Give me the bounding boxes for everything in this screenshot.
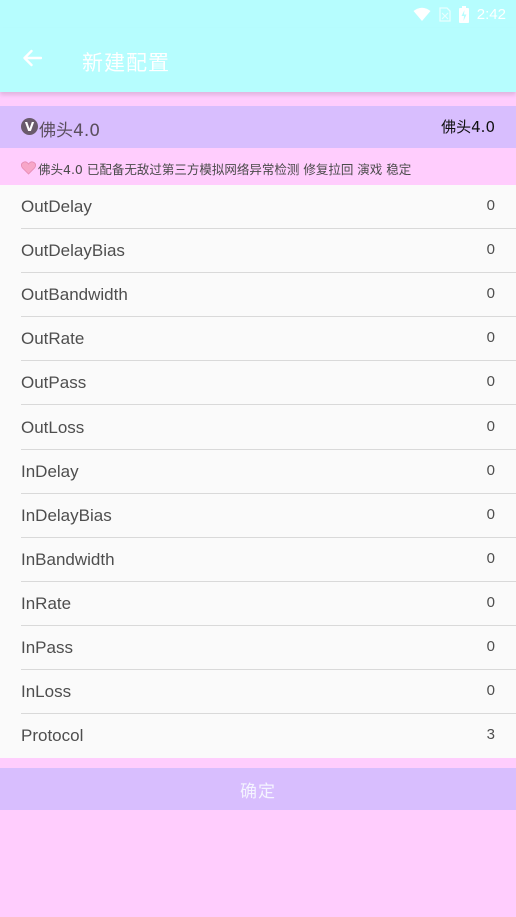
settings-list: OutDelay 0 OutDelayBias 0 OutBandwidth 0 OutRa… — [0, 185, 516, 758]
setting-label: InLoss — [21, 682, 72, 702]
v-badge-icon: V — [21, 118, 38, 135]
setting-label: InDelayBias — [21, 505, 112, 525]
setting-row-indelay[interactable]: InDelay 0 — [0, 450, 516, 494]
notice-text: 佛头4.0 已配备无敌过第三方模拟网络异常检测 修复拉回 演戏 稳定 — [38, 162, 412, 177]
setting-label: InBandwidth — [21, 549, 115, 569]
setting-row-inpass[interactable]: InPass 0 — [0, 626, 516, 670]
setting-row-outdelaybias[interactable]: OutDelayBias 0 — [0, 229, 516, 274]
profile-header[interactable]: V 佛头4.0 佛头4.0 — [0, 106, 516, 148]
no-sim-icon — [439, 6, 451, 22]
setting-row-inloss[interactable]: InLoss 0 — [0, 670, 516, 715]
setting-value: 0 — [486, 638, 495, 655]
setting-row-inbandwidth[interactable]: InBandwidth 0 — [0, 538, 516, 582]
wifi-icon — [413, 7, 431, 22]
profile-name: 佛头4.0 — [39, 121, 101, 141]
confirm-button[interactable]: 确定 — [0, 768, 516, 810]
setting-value: 0 — [486, 682, 495, 700]
status-time: 2:42 — [476, 5, 506, 23]
setting-value: 0 — [486, 417, 495, 435]
setting-value: 0 — [486, 373, 495, 391]
setting-value: 0 — [486, 505, 495, 523]
app-bar: 新建配置 — [0, 28, 516, 92]
setting-label: OutLoss — [21, 417, 85, 437]
setting-value: 0 — [486, 197, 495, 214]
setting-row-indelaybias[interactable]: InDelayBias 0 — [0, 494, 516, 538]
setting-row-outbandwidth[interactable]: OutBandwidth 0 — [0, 273, 516, 318]
setting-row-outloss[interactable]: OutLoss 0 — [0, 406, 516, 450]
setting-value: 0 — [486, 285, 495, 303]
setting-label: InRate — [21, 593, 72, 613]
status-bar: 2:42 — [0, 0, 516, 28]
arrow-left-icon — [22, 49, 43, 71]
heart-icon — [20, 160, 37, 175]
setting-row-protocol[interactable]: Protocol 3 — [0, 714, 516, 758]
page-title: 新建配置 — [82, 51, 170, 75]
setting-label: OutDelay — [21, 197, 92, 216]
setting-label: InDelay — [21, 461, 79, 481]
setting-row-outrate[interactable]: OutRate 0 — [0, 317, 516, 362]
back-button[interactable] — [16, 44, 48, 76]
setting-value: 0 — [486, 241, 495, 259]
setting-value: 3 — [486, 726, 495, 744]
setting-label: OutRate — [21, 329, 85, 349]
setting-row-inrate[interactable]: InRate 0 — [0, 582, 516, 626]
setting-label: OutBandwidth — [21, 285, 128, 305]
setting-label: InPass — [21, 638, 73, 657]
setting-value: 0 — [486, 329, 495, 347]
status-icons: 2:42 — [413, 4, 506, 24]
setting-value: 0 — [486, 593, 495, 611]
setting-value: 0 — [486, 549, 495, 567]
battery-charging-icon — [458, 5, 469, 23]
setting-label: Protocol — [21, 726, 84, 746]
profile-name-right: 佛头4.0 — [441, 118, 495, 136]
setting-label: OutPass — [21, 373, 87, 393]
setting-row-outpass[interactable]: OutPass 0 — [0, 361, 516, 406]
setting-value: 0 — [486, 461, 495, 479]
setting-label: OutDelayBias — [21, 241, 125, 261]
setting-row-outdelay[interactable]: OutDelay 0 — [0, 185, 516, 229]
notice-banner: 佛头4.0 已配备无敌过第三方模拟网络异常检测 修复拉回 演戏 稳定 — [0, 148, 516, 185]
